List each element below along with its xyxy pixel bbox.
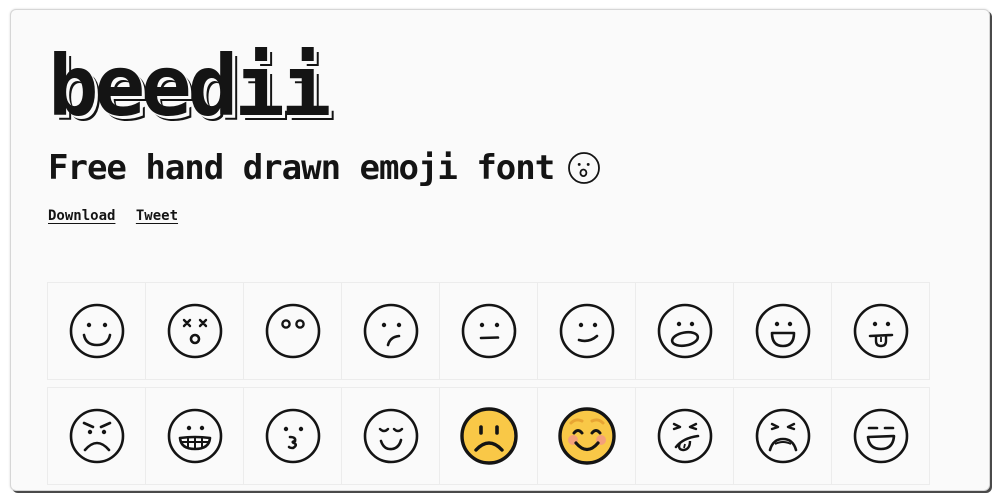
smirk-face-icon bbox=[559, 303, 614, 359]
emoji-cell-open-mouth-face[interactable] bbox=[635, 282, 734, 380]
emoji-cell-kissing-face[interactable] bbox=[243, 387, 342, 485]
download-link[interactable]: Download bbox=[48, 208, 115, 224]
open-mouth-face-icon bbox=[657, 303, 712, 359]
emoji-cell-wide-eyes-face[interactable] bbox=[243, 282, 342, 380]
tongue-out-face-icon bbox=[853, 303, 908, 359]
tagline-text: Free hand drawn emoji font bbox=[48, 148, 555, 188]
tweet-link[interactable]: Tweet bbox=[136, 208, 178, 224]
kissing-face-icon bbox=[265, 408, 320, 464]
confused-face-icon bbox=[363, 303, 418, 359]
wide-eyes-face-icon bbox=[265, 303, 320, 359]
winking-tongue-face-icon bbox=[657, 408, 712, 464]
angry-face-icon bbox=[69, 408, 124, 464]
emoji-cell-blushing-face-color[interactable] bbox=[537, 387, 636, 485]
emoji-cell-neutral-face[interactable] bbox=[439, 282, 538, 380]
laughing-face-icon bbox=[853, 408, 908, 464]
emoji-cell-angry-face[interactable] bbox=[47, 387, 146, 485]
smiling-face-icon bbox=[69, 303, 124, 359]
neutral-face-icon bbox=[461, 303, 516, 359]
grimacing-face-icon bbox=[167, 408, 222, 464]
emoji-cell-grinning-face[interactable] bbox=[733, 282, 832, 380]
logo: beedii bbox=[48, 37, 331, 135]
emoji-cell-winking-tongue-face[interactable] bbox=[635, 387, 734, 485]
grinning-face-icon bbox=[755, 303, 810, 359]
emoji-cell-grimacing-face[interactable] bbox=[145, 387, 244, 485]
links-bar: Download Tweet bbox=[48, 208, 190, 224]
emoji-cell-smiling-face[interactable] bbox=[47, 282, 146, 380]
emoji-cell-persevering-face[interactable] bbox=[733, 387, 832, 485]
relieved-face-icon bbox=[363, 408, 418, 464]
emoji-grid bbox=[47, 282, 930, 485]
emoji-cell-dizzy-face[interactable] bbox=[145, 282, 244, 380]
frowning-face-color-icon bbox=[459, 407, 518, 465]
emoji-cell-laughing-face[interactable] bbox=[831, 387, 930, 485]
emoji-cell-relieved-face[interactable] bbox=[341, 387, 440, 485]
emoji-cell-frowning-face-color[interactable] bbox=[439, 387, 538, 485]
emoji-cell-confused-face[interactable] bbox=[341, 282, 440, 380]
page-frame: beedii Free hand drawn emoji font Downlo… bbox=[10, 9, 990, 491]
persevering-face-icon bbox=[755, 408, 810, 464]
tagline: Free hand drawn emoji font bbox=[48, 148, 602, 188]
blushing-face-color-icon bbox=[557, 407, 616, 465]
emoji-cell-smirk-face[interactable] bbox=[537, 282, 636, 380]
dizzy-face-icon bbox=[167, 303, 222, 359]
hushed-face-icon bbox=[566, 150, 602, 186]
emoji-cell-tongue-out-face[interactable] bbox=[831, 282, 930, 380]
